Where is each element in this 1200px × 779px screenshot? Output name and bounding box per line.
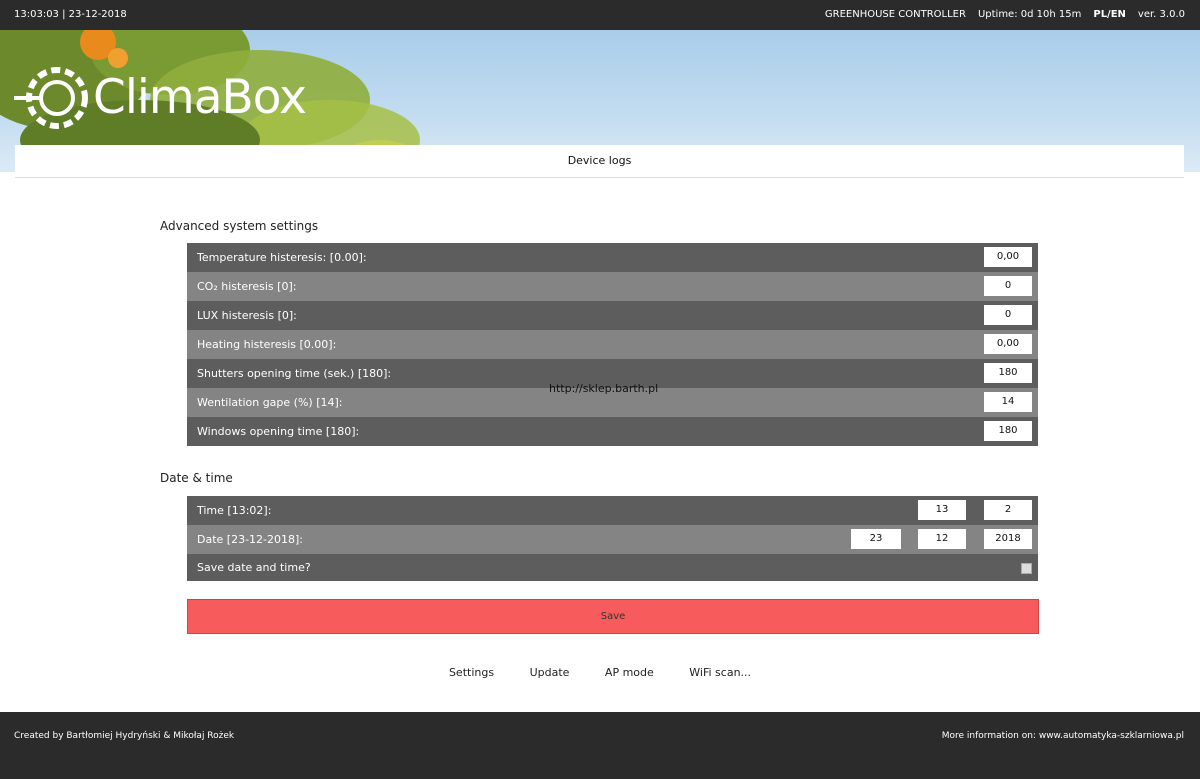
advanced-settings-title: Advanced system settings	[160, 219, 319, 233]
ap-mode-link[interactable]: AP mode	[605, 666, 654, 679]
time-row: Time [13:02]: 13 2	[187, 496, 1038, 525]
climabox-logo-icon	[14, 67, 88, 129]
lux-histeresis-input[interactable]: 0	[984, 305, 1032, 325]
date-time-title: Date & time	[160, 471, 233, 485]
heating-histeresis-input[interactable]: 0,00	[984, 334, 1032, 354]
date-time-panel: Time [13:02]: 13 2 Date [23-12-2018]: 23…	[187, 496, 1038, 581]
bottom-nav: Settings Update AP mode WiFi scan...	[0, 666, 1200, 679]
logo-text: ClimaBox	[93, 70, 307, 125]
setting-label: CO₂ histeresis [0]:	[197, 280, 297, 293]
date-year-input[interactable]: 2018	[984, 529, 1032, 549]
time-hour-input[interactable]: 13	[918, 500, 966, 520]
device-logs-link[interactable]: Device logs	[568, 154, 632, 167]
settings-link[interactable]: Settings	[449, 666, 494, 679]
footer-credits: Created by Bartłomiej Hydryński & Mikoła…	[14, 731, 235, 741]
setting-label: Windows opening time [180]:	[197, 425, 360, 438]
top-bar: 13:03:03 | 23-12-2018 GREENHOUSE CONTROL…	[0, 0, 1200, 30]
save-datetime-row: Save date and time?	[187, 554, 1038, 581]
setting-row: Heating histeresis [0.00]: 0,00	[187, 330, 1038, 359]
windows-opening-time-input[interactable]: 180	[984, 421, 1032, 441]
save-datetime-checkbox[interactable]	[1021, 563, 1032, 574]
wifi-scan-link[interactable]: WiFi scan...	[689, 666, 751, 679]
clock-date: 13:03:03 | 23-12-2018	[14, 9, 127, 20]
footer-info-link[interactable]: More information on: www.automatyka-szkl…	[942, 731, 1184, 741]
date-day-input[interactable]: 23	[851, 529, 901, 549]
date-month-input[interactable]: 12	[918, 529, 966, 549]
time-minute-input[interactable]: 2	[984, 500, 1032, 520]
uptime: Uptime: 0d 10h 15m	[977, 9, 1082, 20]
footer: Created by Bartłomiej Hydryński & Mikoła…	[0, 712, 1200, 779]
shutters-opening-time-input[interactable]: 180	[984, 363, 1032, 383]
date-row: Date [23-12-2018]: 23 12 2018	[187, 525, 1038, 554]
setting-row: CO₂ histeresis [0]: 0	[187, 272, 1038, 301]
update-link[interactable]: Update	[530, 666, 570, 679]
setting-label: Shutters opening time (sek.) [180]:	[197, 367, 392, 380]
controller-title: GREENHOUSE CONTROLLER	[824, 9, 966, 20]
save-datetime-label: Save date and time?	[197, 561, 311, 574]
setting-row: Windows opening time [180]: 180	[187, 417, 1038, 446]
subnav-bar: Device logs	[15, 145, 1184, 178]
temperature-histeresis-input[interactable]: 0,00	[984, 247, 1032, 267]
setting-label: Temperature histeresis: [0.00]:	[197, 251, 367, 264]
language-switch[interactable]: PL/EN	[1093, 0, 1126, 30]
co2-histeresis-input[interactable]: 0	[984, 276, 1032, 296]
version: ver. 3.0.0	[1137, 9, 1185, 20]
advanced-settings-panel: Temperature histeresis: [0.00]: 0,00 CO₂…	[187, 243, 1038, 446]
setting-label: LUX histeresis [0]:	[197, 309, 297, 322]
setting-row: LUX histeresis [0]: 0	[187, 301, 1038, 330]
setting-label: Wentilation gape (%) [14]:	[197, 396, 343, 409]
wentilation-gape-input[interactable]: 14	[984, 392, 1032, 412]
save-button[interactable]: Save	[187, 599, 1039, 634]
date-label: Date [23-12-2018]:	[197, 533, 304, 546]
setting-label: Heating histeresis [0.00]:	[197, 338, 337, 351]
watermark-url: http://sklep.barth.pl	[549, 382, 659, 395]
time-label: Time [13:02]:	[197, 504, 272, 517]
setting-row: Temperature histeresis: [0.00]: 0,00	[187, 243, 1038, 272]
